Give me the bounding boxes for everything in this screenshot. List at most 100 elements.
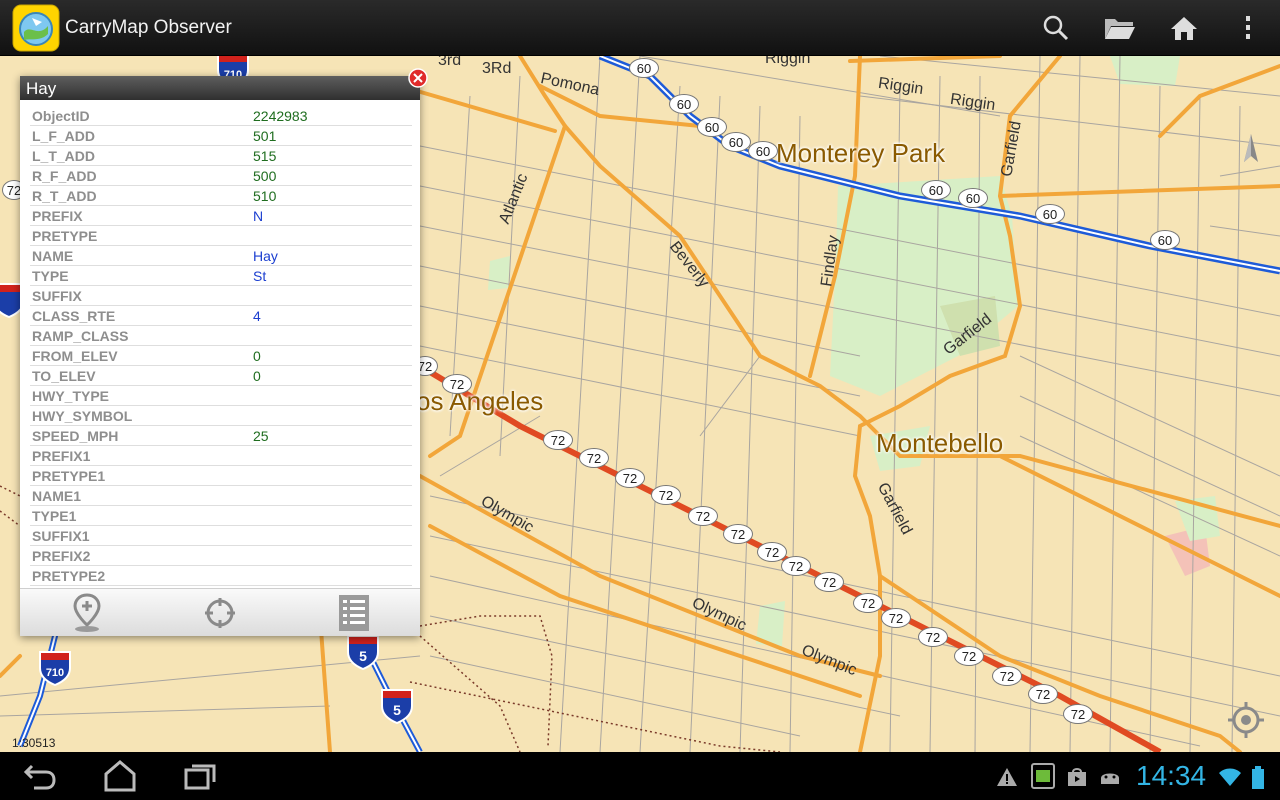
attribute-row[interactable]: HWY_TYPE: [30, 386, 412, 406]
back-button[interactable]: [20, 758, 60, 794]
warning-icon: [996, 766, 1018, 788]
highway-72-marker: 72: [853, 593, 883, 613]
attribute-key: ObjectID: [32, 108, 90, 124]
attribute-key: PRETYPE2: [32, 568, 106, 584]
attribute-row[interactable]: HWY_SYMBOL: [30, 406, 412, 426]
status-clock: 14:34: [1136, 760, 1207, 791]
attribute-row[interactable]: NAME1: [30, 486, 412, 506]
attribute-row[interactable]: PRETYPE2: [30, 566, 412, 586]
shield-number: 710: [46, 667, 64, 679]
attribute-row[interactable]: L_F_ADD 501: [30, 126, 412, 146]
attribute-key: R_T_ADD: [32, 188, 97, 204]
home-button[interactable]: [1152, 0, 1216, 56]
attribute-row[interactable]: TYPE1: [30, 506, 412, 526]
panel-title: Hay: [20, 76, 420, 100]
attribute-row[interactable]: NAME Hay: [30, 246, 412, 266]
attribute-value: 25: [253, 428, 269, 444]
attribute-key: PRETYPE: [32, 228, 98, 244]
attribute-key: PRETYPE1: [32, 468, 106, 484]
close-button[interactable]: [408, 68, 428, 88]
attribute-row[interactable]: R_T_ADD 510: [30, 186, 412, 206]
attribute-value: 0: [253, 348, 261, 364]
attribute-row[interactable]: TO_ELEV 0: [30, 366, 412, 386]
street-label: Riggin: [765, 56, 811, 67]
back-icon: [23, 764, 56, 790]
attribute-key: SUFFIX1: [32, 528, 90, 544]
attribute-key: RAMP_CLASS: [32, 328, 129, 344]
app-logo-icon[interactable]: [12, 4, 60, 52]
add-pin-button[interactable]: [67, 593, 107, 633]
street-label: 3rd: [438, 56, 462, 69]
list-icon: [339, 595, 369, 631]
highway-60-marker: 60: [921, 180, 951, 200]
highway-60-marker: 60: [1035, 204, 1065, 224]
recent-apps-button[interactable]: [180, 758, 220, 794]
locate-feature-button[interactable]: [200, 593, 240, 633]
attribute-row[interactable]: PREFIX N: [30, 206, 412, 226]
highway-60-marker: 60: [958, 188, 988, 208]
nav-home-button[interactable]: [100, 758, 140, 794]
attribute-key: NAME1: [32, 488, 82, 504]
feature-info-panel: Hay ObjectID 2242983 L_F_ADD 501 L_T_ADD 515 R…: [20, 68, 428, 636]
attribute-row[interactable]: PRETYPE1: [30, 466, 412, 486]
attribute-row[interactable]: L_T_ADD 515: [30, 146, 412, 166]
attribute-row[interactable]: CLASS_RTE 4: [30, 306, 412, 326]
recent-apps-icon: [184, 764, 216, 790]
attribute-list-button[interactable]: [334, 593, 374, 633]
crosshair-icon: [1228, 702, 1264, 738]
attribute-key: SPEED_MPH: [32, 428, 119, 444]
highway-72-marker: 72: [651, 485, 681, 505]
highway-72-marker: 72: [881, 608, 911, 628]
attribute-key: SUFFIX: [32, 288, 82, 304]
attribute-row[interactable]: ObjectID 2242983: [30, 106, 412, 126]
attribute-row[interactable]: SUFFIX1: [30, 526, 412, 546]
highway-72-marker: 72: [1063, 704, 1093, 724]
attribute-value: St: [253, 268, 267, 284]
shield-number: 5: [359, 648, 367, 664]
attribute-key: FROM_ELEV: [32, 348, 118, 364]
attribute-row[interactable]: R_F_ADD 500: [30, 166, 412, 186]
highway-72-marker: 72: [954, 646, 984, 666]
attribute-row[interactable]: PREFIX1: [30, 446, 412, 466]
attribute-value: 0: [253, 368, 261, 384]
locate-target-icon: [205, 598, 235, 628]
park-area: [488, 256, 510, 290]
open-folder-button[interactable]: [1088, 0, 1152, 56]
home-icon: [104, 760, 136, 792]
interstate-710-shield: 710: [38, 650, 72, 687]
attribute-key: PREFIX1: [32, 448, 91, 464]
overflow-menu-button[interactable]: [1216, 0, 1280, 56]
interstate-5-shield: 5: [346, 634, 380, 671]
attribute-key: HWY_TYPE: [32, 388, 110, 404]
attribute-row[interactable]: SUFFIX: [30, 286, 412, 306]
add-pin-icon: [73, 593, 101, 632]
city-label: Montebello: [876, 428, 1004, 458]
folder-open-icon: [1105, 19, 1135, 39]
attribute-value: N: [253, 208, 264, 224]
highway-60-marker: 60: [629, 58, 659, 78]
attribute-row[interactable]: RAMP_CLASS: [30, 326, 412, 346]
my-location-button[interactable]: [1226, 700, 1266, 740]
highway-60-marker: 60: [721, 132, 751, 152]
attribute-row[interactable]: FROM_ELEV 0: [30, 346, 412, 366]
highway-72-marker: 72: [723, 524, 753, 544]
attribute-row[interactable]: PRETYPE: [30, 226, 412, 246]
attribute-value: 515: [253, 148, 277, 164]
attribute-list[interactable]: ObjectID 2242983 L_F_ADD 501 L_T_ADD 515 R_F_A…: [30, 106, 412, 586]
attribute-row[interactable]: SPEED_MPH 25: [30, 426, 412, 446]
park-area: [1110, 56, 1180, 86]
home-icon: [1171, 17, 1197, 40]
overflow-menu-icon: [1246, 16, 1250, 39]
highway-60-marker: 60: [1150, 230, 1180, 250]
attribute-key: TO_ELEV: [32, 368, 96, 384]
attribute-value: 510: [253, 188, 277, 204]
attribute-value: 4: [253, 308, 261, 324]
highway-60-marker: 60: [748, 141, 778, 161]
attribute-key: NAME: [32, 248, 74, 264]
search-icon: [1043, 15, 1069, 41]
attribute-row[interactable]: TYPE St: [30, 266, 412, 286]
wifi-icon: [1218, 766, 1241, 788]
search-button[interactable]: [1024, 0, 1088, 56]
attribute-row[interactable]: PREFIX2: [30, 546, 412, 566]
panel-toolbar: [20, 588, 420, 636]
